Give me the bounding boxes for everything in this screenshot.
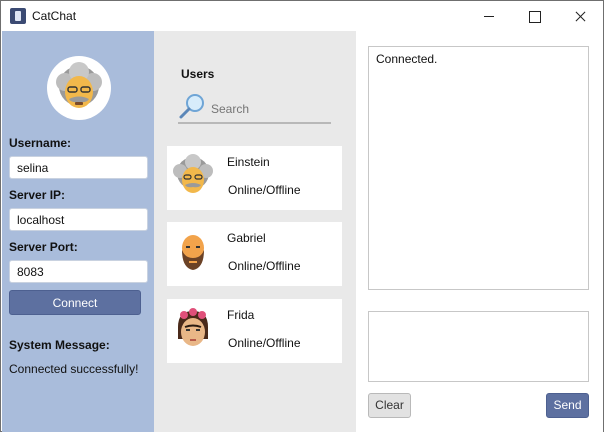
- clear-button[interactable]: Clear: [368, 393, 411, 418]
- user-status: Online/Offline: [228, 259, 301, 273]
- username-field[interactable]: selina: [9, 156, 148, 179]
- title-bar: CatChat: [1, 1, 603, 31]
- system-message-text: Connected successfully!: [9, 362, 139, 376]
- user-name: Frida: [227, 308, 255, 322]
- gabriel-avatar-icon: [182, 235, 204, 270]
- user-status: Online/Offline: [228, 336, 301, 350]
- server-ip-field[interactable]: localhost: [9, 208, 148, 231]
- catchat-window: CatChat Username: selina Server IP: loca…: [0, 0, 604, 432]
- send-button[interactable]: Send: [546, 393, 589, 418]
- maximize-button[interactable]: [511, 1, 557, 31]
- username-label: Username:: [9, 136, 72, 150]
- profile-avatar: [47, 56, 111, 120]
- user-list-item[interactable]: Gabriel Online/Offline: [167, 222, 342, 286]
- server-port-label: Server Port:: [9, 240, 78, 254]
- einstein-avatar-icon: [56, 62, 102, 108]
- user-list-item[interactable]: Einstein Online/Offline: [167, 146, 342, 210]
- frida-avatar-icon: [178, 308, 208, 346]
- chat-log[interactable]: Connected.: [368, 46, 589, 290]
- users-panel: Users Einstein Online/Offline: [154, 31, 356, 432]
- search-box[interactable]: [178, 92, 331, 124]
- einstein-avatar-icon: [173, 154, 213, 193]
- user-name: Gabriel: [227, 231, 266, 245]
- connect-button[interactable]: Connect: [9, 290, 141, 315]
- window-title: CatChat: [32, 9, 77, 23]
- server-ip-label: Server IP:: [9, 188, 66, 202]
- chat-panel: Connected. Clear Send: [356, 31, 603, 432]
- user-name: Einstein: [227, 155, 270, 169]
- message-input[interactable]: [368, 311, 589, 382]
- system-message-label: System Message:: [9, 338, 110, 352]
- close-button[interactable]: [557, 1, 603, 31]
- search-icon: [179, 94, 204, 119]
- app-icon: [10, 8, 26, 24]
- users-title: Users: [181, 67, 215, 81]
- user-status: Online/Offline: [228, 183, 301, 197]
- search-input[interactable]: [211, 101, 329, 117]
- user-list-item[interactable]: Frida Online/Offline: [167, 299, 342, 363]
- minimize-button[interactable]: [465, 1, 511, 31]
- login-panel: Username: selina Server IP: localhost Se…: [2, 31, 154, 432]
- server-port-field[interactable]: 8083: [9, 260, 148, 283]
